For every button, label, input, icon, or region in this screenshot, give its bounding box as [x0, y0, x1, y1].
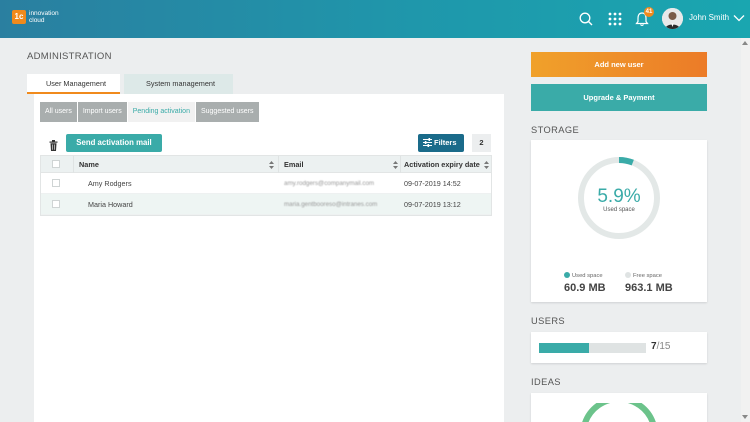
row-checkbox[interactable]	[52, 179, 60, 187]
used-space-caption: Used space	[603, 207, 635, 213]
logo-mark: 1c	[12, 10, 26, 24]
free-space-value: 963.1 MB	[625, 282, 673, 294]
cell-expiry-date: 09-07-2019 14:52	[404, 179, 461, 188]
users-count: 7/15	[651, 341, 670, 352]
ideas-title: IDEAS	[531, 377, 561, 387]
page-scrollbar[interactable]	[741, 38, 750, 422]
app-logo[interactable]: 1c innovation cloud	[12, 10, 69, 24]
table-row[interactable]: Amy Rodgers amy.rodgers@companymail.com …	[41, 173, 491, 194]
tab-system-management[interactable]: System management	[124, 74, 233, 94]
legend-free: Free space	[625, 272, 662, 279]
scroll-down-arrow-icon[interactable]	[742, 415, 748, 419]
top-bar: 1c innovation cloud 41 John Smith	[0, 0, 750, 38]
add-new-user-button[interactable]: Add new user	[531, 52, 707, 77]
subtab-suggested-users[interactable]: Suggested users	[195, 102, 259, 122]
used-dot-icon	[564, 272, 570, 278]
cell-name: Maria Howard	[88, 200, 133, 209]
free-dot-icon	[625, 272, 631, 278]
user-photo-icon	[662, 8, 683, 29]
sort-icon[interactable]	[393, 161, 398, 169]
users-total: /15	[656, 341, 671, 352]
subtab-pending-activation[interactable]: Pending activation	[127, 102, 195, 122]
column-divider	[400, 156, 401, 173]
active-filter-count: 2	[472, 134, 491, 152]
filters-button[interactable]: Filters	[418, 134, 464, 152]
avatar[interactable]	[662, 8, 683, 29]
cell-email: amy.rodgers@companymail.com	[284, 180, 375, 187]
legend-free-label: Free space	[633, 273, 662, 279]
legend-used: Used space	[564, 272, 603, 279]
users-title: USERS	[531, 316, 566, 326]
used-space-value: 60.9 MB	[564, 282, 606, 294]
user-subtabs: All users Import users Pending activatio…	[40, 102, 260, 122]
storage-card: 5.9% Used space Used space Free space 60…	[531, 140, 707, 302]
column-divider	[278, 156, 279, 173]
users-card: 7/15	[531, 332, 707, 363]
logo-text: innovation cloud	[29, 10, 59, 24]
user-management-panel: All users Import users Pending activatio…	[34, 94, 504, 422]
table-header: Name Email Activation expiry date	[41, 156, 491, 173]
storage-title: STORAGE	[531, 125, 580, 135]
cell-expiry-date: 09-07-2019 13:12	[404, 200, 461, 209]
pending-users-table: Name Email Activation expiry date Amy Ro…	[40, 155, 492, 216]
main-tabs: User Management System management	[27, 74, 233, 94]
column-divider	[73, 156, 74, 173]
sliders-icon	[423, 138, 432, 147]
sort-icon[interactable]	[269, 161, 274, 169]
tab-user-management[interactable]: User Management	[27, 74, 121, 94]
apps-grid-icon[interactable]	[607, 11, 623, 27]
column-header-name[interactable]: Name	[79, 156, 99, 173]
search-icon[interactable]	[578, 11, 594, 27]
select-all-checkbox[interactable]	[52, 160, 60, 168]
filters-label: Filters	[434, 138, 457, 147]
user-name[interactable]: John Smith	[689, 13, 729, 22]
column-header-email[interactable]: Email	[284, 156, 303, 173]
sort-icon[interactable]	[484, 161, 489, 169]
subtab-import-users[interactable]: Import users	[77, 102, 127, 122]
users-progress-fill	[539, 343, 589, 353]
users-progress-bar	[539, 343, 646, 353]
ideas-card	[531, 393, 707, 422]
row-checkbox[interactable]	[52, 200, 60, 208]
used-percent: 5.9%	[597, 186, 641, 207]
chevron-down-icon[interactable]	[733, 13, 745, 23]
trash-icon[interactable]	[49, 140, 58, 151]
legend-used-label: Used space	[572, 273, 603, 279]
page-title: ADMINISTRATION	[27, 51, 112, 62]
column-header-activation-expiry[interactable]: Activation expiry date	[404, 156, 480, 173]
ideas-donut-chart	[582, 403, 656, 422]
cell-email: maria.gentbooreso@intranes.com	[284, 201, 378, 208]
scroll-up-arrow-icon[interactable]	[742, 41, 748, 45]
subtab-all-users[interactable]: All users	[40, 102, 77, 122]
notification-badge: 41	[644, 7, 654, 17]
send-activation-mail-button[interactable]: Send activation mail	[66, 134, 162, 152]
table-row[interactable]: Maria Howard maria.gentbooreso@intranes.…	[41, 194, 491, 215]
upgrade-payment-button[interactable]: Upgrade & Payment	[531, 84, 707, 111]
cell-name: Amy Rodgers	[88, 179, 132, 188]
